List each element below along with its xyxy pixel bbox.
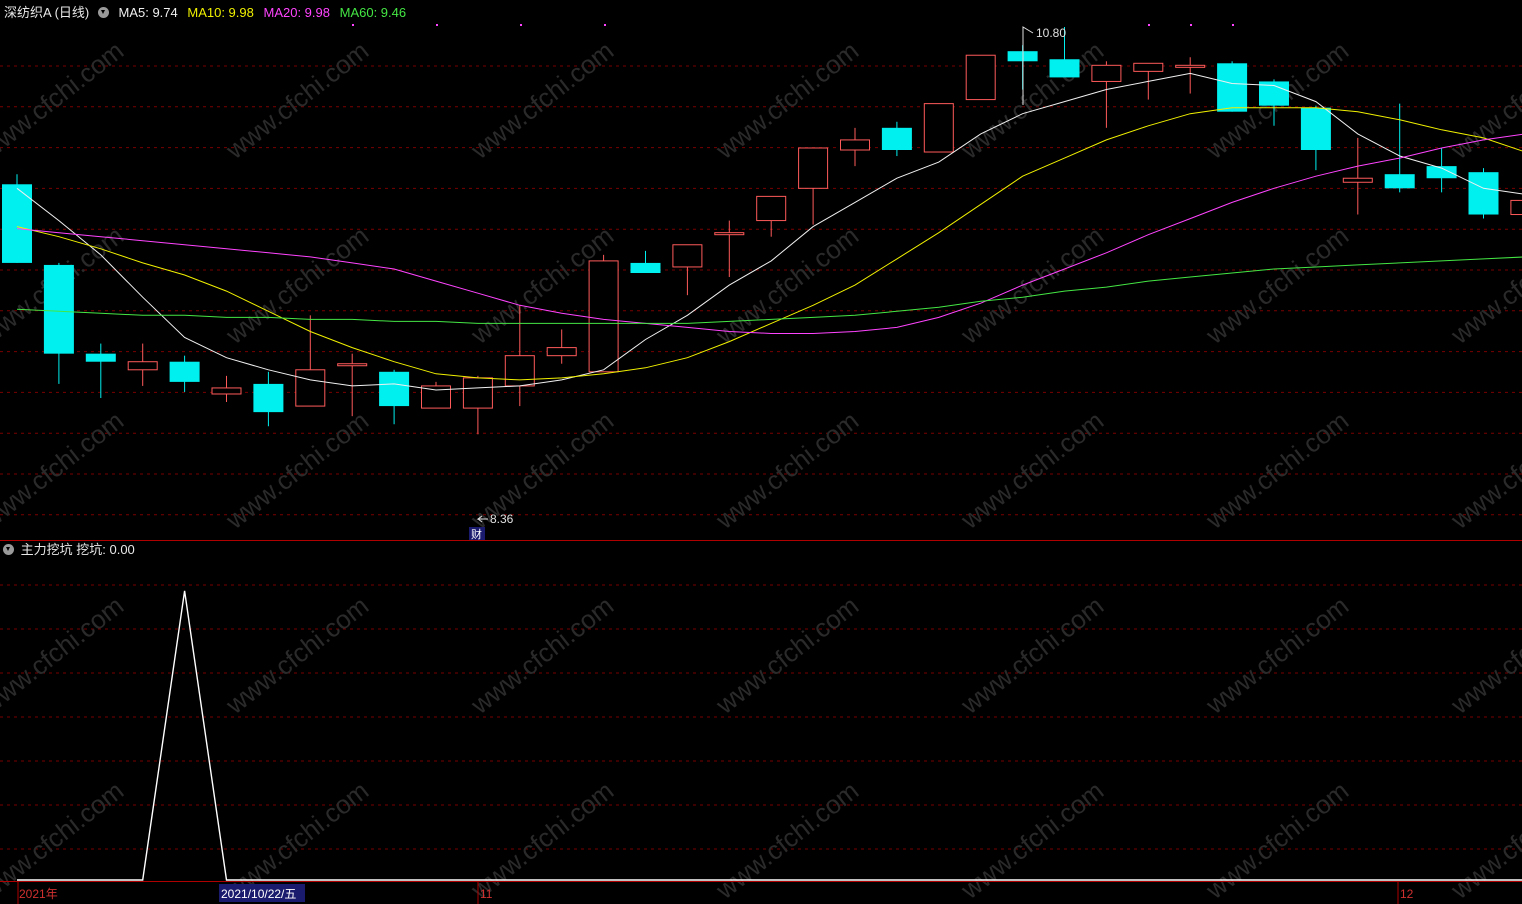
high-price-label: 10.80 bbox=[1036, 26, 1066, 40]
indicator-value: 挖坑: 0.00 bbox=[76, 542, 135, 557]
candle-body-down bbox=[379, 371, 410, 407]
candle-body-up bbox=[504, 355, 535, 387]
candle-body-down bbox=[1217, 63, 1248, 112]
candle-body-up bbox=[337, 363, 368, 367]
watermark-text: www.cfchi.com bbox=[219, 220, 374, 350]
watermark-text: www.cfchi.com bbox=[954, 775, 1109, 904]
candle-body-down bbox=[1049, 59, 1080, 78]
finance-marker[interactable]: 财 bbox=[471, 527, 482, 541]
candle-body-down bbox=[169, 361, 200, 382]
watermark-text: www.cfchi.com bbox=[1444, 220, 1522, 350]
watermark-text: www.cfchi.com bbox=[1199, 220, 1354, 350]
candle-body-down bbox=[43, 264, 74, 354]
watermark-text: www.cfchi.com bbox=[464, 405, 619, 535]
candle-body-up bbox=[462, 377, 493, 409]
watermark-text: www.cfchi.com bbox=[464, 35, 619, 165]
watermark-text: www.cfchi.com bbox=[1199, 405, 1354, 535]
watermark-text: www.cfchi.com bbox=[0, 775, 129, 904]
watermark-text: www.cfchi.com bbox=[709, 220, 864, 350]
watermark-text: www.cfchi.com bbox=[219, 405, 374, 535]
ma20-label: MA20: 9.98 bbox=[263, 5, 331, 20]
low-price-label: 8.36 bbox=[490, 512, 514, 526]
candle-body-down bbox=[253, 383, 284, 413]
candle-body-up bbox=[1510, 199, 1522, 216]
candle-body-up bbox=[546, 347, 577, 357]
year-label: 2021年 bbox=[19, 887, 58, 901]
candle-body-up bbox=[1091, 64, 1122, 82]
stock-title[interactable]: 深纺织A (日线) bbox=[4, 5, 89, 20]
candle-body-up bbox=[211, 387, 242, 395]
candle-body-up bbox=[295, 369, 326, 407]
candle-body-up bbox=[965, 54, 996, 101]
ma5-label: MA5: 9.74 bbox=[118, 5, 178, 20]
indicator-header: 主力挖坑 挖坑: 0.00 bbox=[0, 541, 1522, 559]
candle-body-up bbox=[840, 139, 870, 151]
watermark-text: www.cfchi.com bbox=[1444, 775, 1522, 904]
watermark-text: www.cfchi.com bbox=[1444, 35, 1522, 165]
month-label-11: 11 bbox=[480, 887, 493, 901]
candle-body-down bbox=[881, 127, 912, 150]
watermark-text: www.cfchi.com bbox=[464, 775, 619, 904]
watermark-text: www.cfchi.com bbox=[954, 220, 1109, 350]
watermark-text: www.cfchi.com bbox=[464, 590, 619, 720]
candle-body-up bbox=[714, 232, 745, 236]
indicator-name[interactable]: 主力挖坑 bbox=[21, 542, 73, 557]
candle-body-up bbox=[798, 147, 829, 189]
watermark-text: www.cfchi.com bbox=[954, 590, 1109, 720]
cursor-date[interactable]: 2021/10/22/五 bbox=[221, 887, 296, 901]
settings-dropdown-icon[interactable] bbox=[97, 7, 109, 18]
watermark-text: www.cfchi.com bbox=[0, 590, 129, 720]
candle-body-up bbox=[1342, 177, 1373, 183]
candle-body-up bbox=[672, 244, 703, 268]
ma10-label: MA10: 9.98 bbox=[187, 5, 254, 20]
candle-body-up bbox=[127, 361, 158, 371]
watermark-text: www.cfchi.com bbox=[219, 590, 374, 720]
watermark-text: www.cfchi.com bbox=[1444, 590, 1522, 720]
candle-body-up bbox=[1175, 64, 1206, 68]
watermark-text: www.cfchi.com bbox=[1444, 405, 1522, 535]
watermark-text: www.cfchi.com bbox=[709, 405, 864, 535]
kline-chart[interactable]: www.cfchi.com www.cfchi.com www.cfchi.com w… bbox=[0, 0, 1522, 904]
watermark-text: www.cfchi.com bbox=[954, 405, 1109, 535]
candle-body-down bbox=[85, 353, 116, 362]
watermark-layer: www.cfchi.com www.cfchi.com www.cfchi.com w… bbox=[0, 35, 1522, 904]
candle-body-down bbox=[630, 262, 661, 273]
ma60-label: MA60: 9.46 bbox=[339, 5, 407, 20]
candle-body-down bbox=[1468, 172, 1499, 215]
candle-body-down bbox=[1300, 107, 1331, 150]
watermark-text: www.cfchi.com bbox=[0, 405, 129, 535]
watermark-text: www.cfchi.com bbox=[709, 590, 864, 720]
candle-body-down bbox=[1384, 174, 1415, 189]
watermark-text: www.cfchi.com bbox=[219, 35, 374, 165]
indicator-dropdown-icon[interactable] bbox=[3, 544, 14, 555]
candle-body-up bbox=[588, 260, 619, 373]
month-label-12: 12 bbox=[1400, 887, 1414, 901]
candle-body-up bbox=[1133, 62, 1164, 72]
main-chart-header: 深纺织A (日线) MA5: 9.74 MA10: 9.98 MA20: 9.9… bbox=[0, 0, 1522, 26]
candle-body-up bbox=[756, 195, 787, 222]
candle-body-up bbox=[923, 103, 954, 153]
watermark-text: www.cfchi.com bbox=[1199, 590, 1354, 720]
watermark-text: www.cfchi.com bbox=[1199, 775, 1354, 904]
watermark-text: www.cfchi.com bbox=[0, 35, 129, 165]
watermark-text: www.cfchi.com bbox=[709, 775, 864, 904]
